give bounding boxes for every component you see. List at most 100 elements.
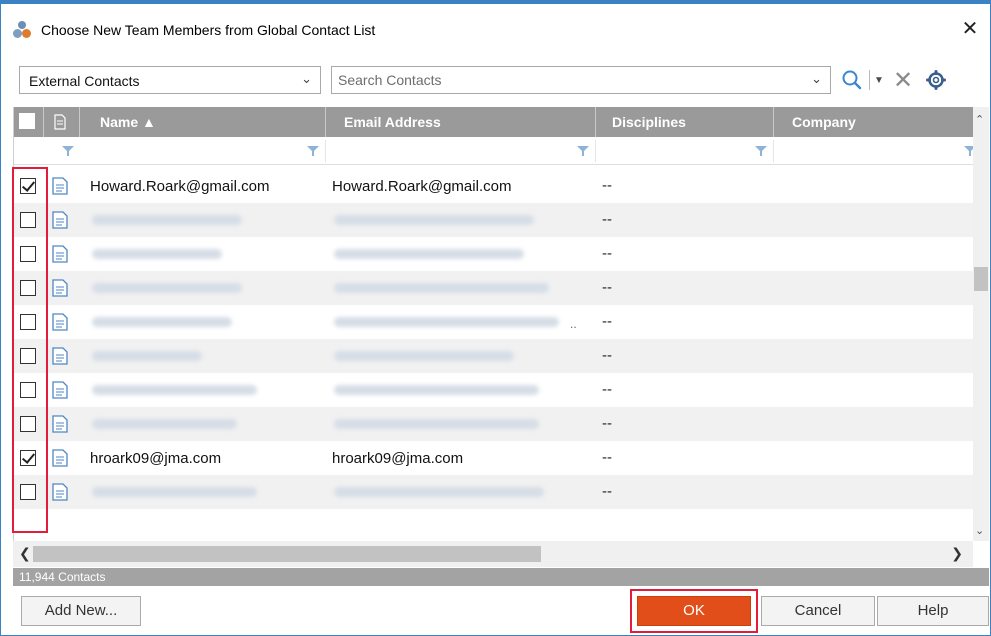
add-new-button[interactable]: Add New... bbox=[21, 596, 141, 626]
select-all-header bbox=[14, 107, 44, 137]
search-box[interactable]: ⌄ bbox=[331, 66, 831, 94]
row-checkbox[interactable] bbox=[20, 382, 36, 398]
horizontal-scrollbar[interactable]: ❮ ❯ bbox=[13, 541, 973, 567]
row-checkbox[interactable] bbox=[20, 178, 36, 194]
doc-filter-cell[interactable] bbox=[54, 140, 80, 162]
redacted-email bbox=[334, 419, 539, 429]
search-icon[interactable] bbox=[839, 66, 865, 94]
row-checkbox[interactable] bbox=[20, 280, 36, 296]
filter-icon bbox=[577, 146, 589, 156]
vertical-scroll-thumb[interactable] bbox=[974, 267, 988, 291]
clear-icon[interactable]: ✕ bbox=[891, 66, 915, 94]
scroll-right-icon[interactable]: ❯ bbox=[951, 545, 963, 562]
table-row[interactable]: -- bbox=[14, 271, 973, 305]
filter-row bbox=[14, 137, 973, 165]
document-icon[interactable] bbox=[52, 347, 68, 365]
scroll-left-icon[interactable]: ❮ bbox=[19, 545, 31, 562]
row-checkbox[interactable] bbox=[20, 348, 36, 364]
select-all-checkbox[interactable] bbox=[19, 113, 35, 129]
document-icon[interactable] bbox=[52, 381, 68, 399]
help-button[interactable]: Help bbox=[877, 596, 989, 626]
table-row[interactable]: hroark09@jma.com hroark09@jma.com -- bbox=[14, 441, 973, 475]
redacted-email bbox=[334, 317, 559, 327]
redacted-email bbox=[334, 215, 534, 225]
contact-disciplines: -- bbox=[602, 279, 612, 296]
table-row[interactable]: -- bbox=[14, 339, 973, 373]
table-row[interactable]: -- bbox=[14, 475, 973, 509]
table-row[interactable]: -- bbox=[14, 373, 973, 407]
scroll-up-icon[interactable]: ⌃ bbox=[975, 113, 984, 126]
table-row[interactable]: -- bbox=[14, 203, 973, 237]
toolbar: External Contacts ⌄ ⌄ ▼ ✕ bbox=[19, 66, 985, 96]
search-history-chevron-icon[interactable]: ⌄ bbox=[811, 71, 822, 87]
contact-source-value: External Contacts bbox=[29, 73, 140, 89]
row-checkbox[interactable] bbox=[20, 314, 36, 330]
redacted-name bbox=[92, 317, 232, 327]
document-icon[interactable] bbox=[52, 279, 68, 297]
table-row[interactable]: Howard.Roark@gmail.com Howard.Roark@gmail… bbox=[14, 169, 973, 203]
filter-icon bbox=[755, 146, 767, 156]
column-header-email[interactable]: Email Address bbox=[326, 107, 596, 137]
dropdown-arrow-icon[interactable]: ▼ bbox=[871, 66, 887, 94]
name-filter-cell[interactable] bbox=[84, 140, 326, 162]
disciplines-filter-cell[interactable] bbox=[600, 140, 774, 162]
contact-disciplines: -- bbox=[602, 245, 612, 262]
contact-disciplines: -- bbox=[602, 211, 612, 228]
contact-disciplines: -- bbox=[602, 483, 612, 500]
row-checkbox[interactable] bbox=[20, 212, 36, 228]
filter-icon bbox=[307, 146, 319, 156]
row-checkbox[interactable] bbox=[20, 484, 36, 500]
redacted-name bbox=[92, 351, 202, 361]
team-icon bbox=[13, 20, 33, 40]
contact-disciplines: -- bbox=[602, 381, 612, 398]
redacted-name bbox=[92, 215, 242, 225]
document-icon[interactable] bbox=[52, 483, 68, 501]
contact-name: hroark09@jma.com bbox=[90, 450, 222, 467]
ok-button[interactable]: OK bbox=[637, 596, 751, 626]
contact-count-status: 11,944 Contacts bbox=[13, 568, 989, 586]
redacted-name bbox=[92, 249, 222, 259]
contact-disciplines: -- bbox=[602, 177, 612, 194]
contact-email: hroark09@jma.com bbox=[332, 450, 464, 467]
company-filter-cell[interactable] bbox=[778, 140, 973, 162]
column-header-name[interactable]: Name ▲ bbox=[80, 107, 326, 137]
close-icon[interactable]: ✕ bbox=[958, 18, 982, 42]
table-row[interactable]: -- bbox=[14, 407, 973, 441]
column-header-company[interactable]: Company bbox=[774, 107, 973, 137]
document-icon bbox=[54, 114, 66, 130]
cancel-button[interactable]: Cancel bbox=[761, 596, 875, 626]
filter-icon bbox=[62, 146, 74, 156]
contact-disciplines: -- bbox=[602, 313, 612, 330]
document-icon[interactable] bbox=[52, 177, 68, 195]
email-filter-cell[interactable] bbox=[330, 140, 596, 162]
document-icon[interactable] bbox=[52, 313, 68, 331]
title-bar: Choose New Team Members from Global Cont… bbox=[1, 12, 990, 48]
toolbar-separator bbox=[869, 70, 870, 90]
dialog-title: Choose New Team Members from Global Cont… bbox=[41, 22, 376, 38]
horizontal-scroll-thumb[interactable] bbox=[33, 546, 541, 562]
gear-icon[interactable] bbox=[923, 66, 949, 94]
redacted-email bbox=[334, 351, 514, 361]
search-input[interactable] bbox=[338, 70, 808, 90]
redacted-name bbox=[92, 385, 257, 395]
redacted-email bbox=[334, 283, 549, 293]
scroll-down-icon[interactable]: ⌄ bbox=[975, 524, 984, 537]
redacted-name bbox=[92, 419, 237, 429]
redacted-name bbox=[92, 283, 242, 293]
table-row[interactable]: -- bbox=[14, 237, 973, 271]
document-icon[interactable] bbox=[52, 211, 68, 229]
row-checkbox[interactable] bbox=[20, 416, 36, 432]
filter-icon bbox=[964, 146, 973, 156]
row-checkbox[interactable] bbox=[20, 450, 36, 466]
document-icon[interactable] bbox=[52, 449, 68, 467]
column-header-disciplines[interactable]: Disciplines bbox=[596, 107, 774, 137]
table-row[interactable]: .. -- bbox=[14, 305, 973, 339]
grid-header: Name ▲ Email Address Disciplines Company bbox=[14, 107, 973, 137]
row-checkbox[interactable] bbox=[20, 246, 36, 262]
document-icon[interactable] bbox=[52, 245, 68, 263]
document-icon[interactable] bbox=[52, 415, 68, 433]
contact-disciplines: -- bbox=[602, 415, 612, 432]
contact-disciplines: -- bbox=[602, 347, 612, 364]
contact-source-select[interactable]: External Contacts ⌄ bbox=[19, 66, 321, 94]
vertical-scrollbar[interactable]: ⌃ ⌄ bbox=[973, 107, 989, 541]
